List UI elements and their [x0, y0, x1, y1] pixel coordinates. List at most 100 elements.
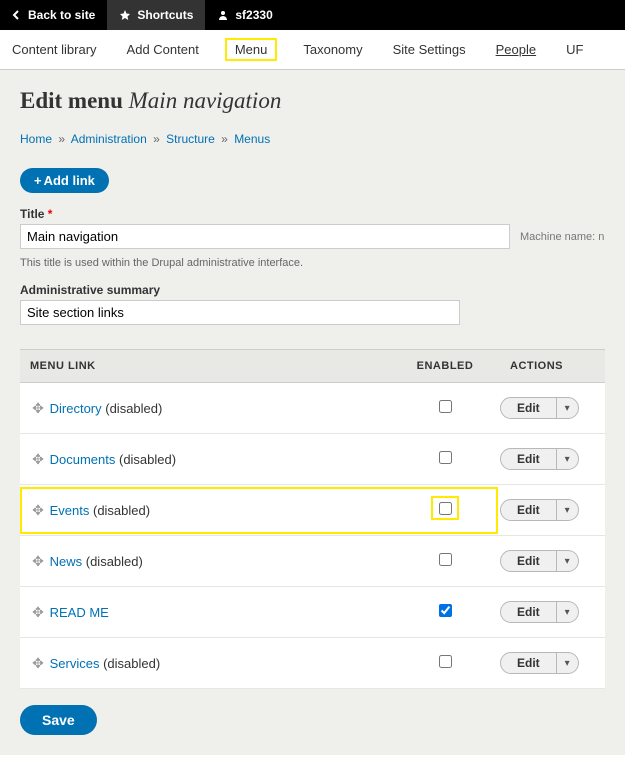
user-account-link[interactable]: sf2330 [205, 0, 284, 30]
tab-people[interactable]: People [492, 32, 540, 67]
crumb-structure[interactable]: Structure [166, 132, 215, 146]
back-to-site-label: Back to site [28, 8, 95, 22]
primary-tabs: Content library Add Content Menu Taxonom… [0, 30, 625, 70]
link-name[interactable]: Services [50, 656, 100, 671]
add-link-label: Add link [44, 173, 95, 188]
link-cell: ✥ Documents (disabled) [20, 434, 400, 485]
link-name[interactable]: Events [50, 503, 90, 518]
edit-button[interactable]: Edit [500, 601, 557, 623]
menu-links-table: MENU LINK ENABLED ACTIONS ✥ Directory (d… [20, 349, 605, 689]
enabled-checkbox[interactable] [439, 451, 452, 464]
link-cell: ✥ Events (disabled) [20, 485, 400, 536]
edit-dropdown-toggle[interactable]: ▾ [557, 448, 579, 470]
tab-taxonomy[interactable]: Taxonomy [299, 32, 366, 67]
enabled-cell [400, 383, 490, 434]
crumb-sep: » [218, 132, 231, 146]
link-cell: ✥ READ ME [20, 587, 400, 638]
actions-cell: Edit▾ [490, 638, 605, 689]
tab-content-library[interactable]: Content library [8, 32, 101, 67]
edit-button[interactable]: Edit [500, 499, 557, 521]
plus-icon: + [34, 173, 42, 188]
breadcrumb: Home » Administration » Structure » Menu… [20, 132, 605, 146]
enabled-checkbox[interactable] [439, 604, 452, 617]
edit-dropdown-toggle[interactable]: ▾ [557, 652, 579, 674]
machine-name-text: Machine name: n [520, 231, 604, 243]
disabled-suffix: (disabled) [99, 656, 160, 671]
edit-button[interactable]: Edit [500, 550, 557, 572]
admin-toolbar: Back to site Shortcuts sf2330 [0, 0, 625, 30]
add-link-button[interactable]: +Add link [20, 168, 109, 193]
enabled-checkbox[interactable] [439, 655, 452, 668]
table-row: ✥ News (disabled) Edit▾ [20, 536, 605, 587]
link-name[interactable]: Directory [50, 401, 102, 416]
user-label: sf2330 [235, 8, 272, 22]
enabled-cell [400, 638, 490, 689]
back-to-site-link[interactable]: Back to site [0, 0, 107, 30]
link-name[interactable]: READ ME [50, 605, 109, 620]
drag-handle-icon[interactable]: ✥ [30, 400, 46, 417]
edit-button[interactable]: Edit [500, 448, 557, 470]
col-header-enabled: ENABLED [400, 350, 490, 383]
tab-updates[interactable]: UF [562, 32, 587, 67]
link-cell: ✥ Directory (disabled) [20, 383, 400, 434]
edit-dropdown-toggle[interactable]: ▾ [557, 550, 579, 572]
summary-label: Administrative summary [20, 283, 605, 297]
crumb-home[interactable]: Home [20, 132, 52, 146]
title-label: Title * [20, 207, 605, 221]
user-icon [217, 9, 229, 21]
disabled-suffix: (disabled) [115, 452, 176, 467]
star-icon [119, 9, 131, 21]
link-name[interactable]: Documents [50, 452, 116, 467]
actions-cell: Edit▾ [490, 434, 605, 485]
summary-field-row: Administrative summary [20, 283, 605, 325]
enabled-cell [400, 587, 490, 638]
enabled-checkbox[interactable] [439, 502, 452, 515]
drag-handle-icon[interactable]: ✥ [30, 604, 46, 621]
crumb-admin[interactable]: Administration [71, 132, 147, 146]
drag-handle-icon[interactable]: ✥ [30, 655, 46, 672]
edit-dropdown-toggle[interactable]: ▾ [557, 499, 579, 521]
summary-input[interactable] [20, 300, 460, 325]
tab-add-content[interactable]: Add Content [123, 32, 203, 67]
back-arrow-icon [12, 10, 22, 20]
link-name[interactable]: News [50, 554, 83, 569]
drag-handle-icon[interactable]: ✥ [30, 502, 46, 519]
enabled-cell [400, 434, 490, 485]
required-marker: * [48, 207, 53, 221]
crumb-sep: » [150, 132, 163, 146]
actions-cell: Edit▾ [490, 383, 605, 434]
actions-cell: Edit▾ [490, 536, 605, 587]
shortcuts-link[interactable]: Shortcuts [107, 0, 205, 30]
disabled-suffix: (disabled) [89, 503, 150, 518]
actions-cell: Edit▾ [490, 587, 605, 638]
page-body: Edit menu Main navigation Home » Adminis… [0, 70, 625, 755]
edit-dropdown-toggle[interactable]: ▾ [557, 397, 579, 419]
link-cell: ✥ News (disabled) [20, 536, 400, 587]
title-input[interactable] [20, 224, 510, 249]
tab-site-settings[interactable]: Site Settings [389, 32, 470, 67]
edit-button[interactable]: Edit [500, 397, 557, 419]
table-row: ✥ Directory (disabled) Edit▾ [20, 383, 605, 434]
actions-cell: Edit▾ [490, 485, 605, 536]
tab-menu[interactable]: Menu [225, 38, 278, 61]
page-title-name: Main navigation [129, 88, 282, 113]
enabled-cell [400, 536, 490, 587]
enabled-cell [400, 485, 490, 536]
disabled-suffix: (disabled) [82, 554, 143, 569]
col-header-actions: ACTIONS [490, 350, 605, 383]
save-button[interactable]: Save [20, 705, 97, 735]
enabled-checkbox[interactable] [439, 400, 452, 413]
table-row: ✥ Events (disabled) Edit▾ [20, 485, 605, 536]
page-title-prefix: Edit menu [20, 88, 129, 113]
table-row: ✥ READ ME Edit▾ [20, 587, 605, 638]
drag-handle-icon[interactable]: ✥ [30, 553, 46, 570]
drag-handle-icon[interactable]: ✥ [30, 451, 46, 468]
disabled-suffix: (disabled) [102, 401, 163, 416]
edit-dropdown-toggle[interactable]: ▾ [557, 601, 579, 623]
edit-button[interactable]: Edit [500, 652, 557, 674]
crumb-menus[interactable]: Menus [234, 132, 270, 146]
title-field-row: Title * Machine name: n [20, 207, 605, 249]
enabled-checkbox[interactable] [439, 553, 452, 566]
link-cell: ✥ Services (disabled) [20, 638, 400, 689]
shortcuts-label: Shortcuts [137, 8, 193, 22]
